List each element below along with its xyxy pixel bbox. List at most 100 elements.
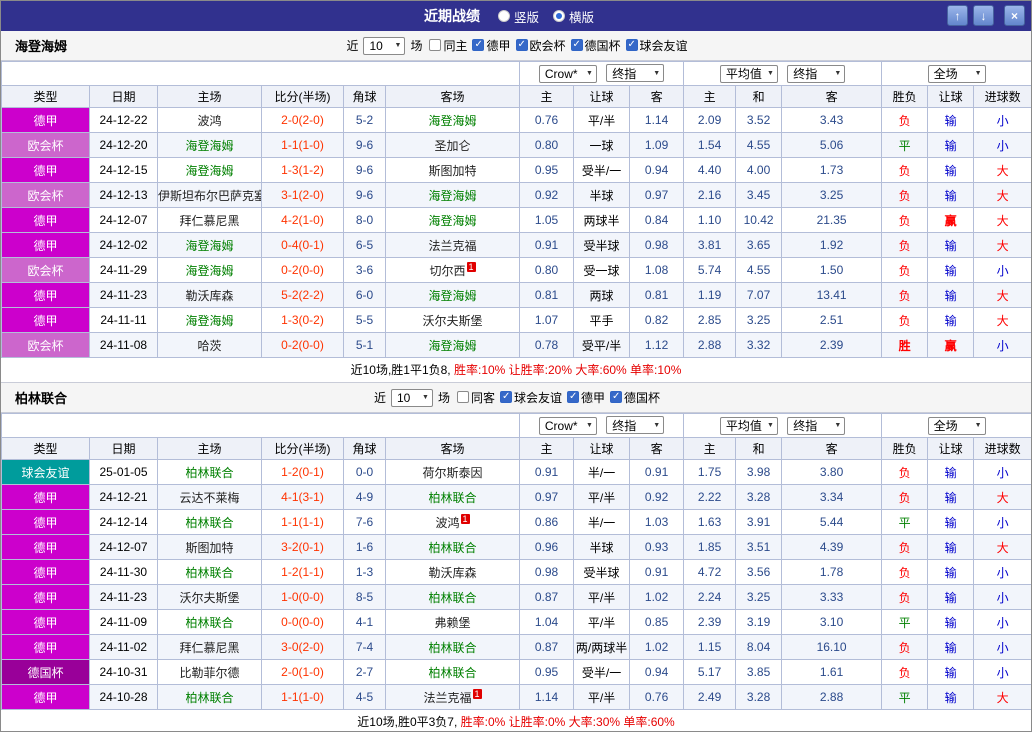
chevron-down-icon: ▼ bbox=[766, 70, 774, 77]
filter-checkbox[interactable]: 球会友谊 bbox=[500, 389, 562, 406]
away-team[interactable]: 法兰克福 1 bbox=[384, 684, 521, 710]
section-header: 柏林联合 近 10 ▼ 场 同客 球会友谊 德甲 德国杯 bbox=[1, 383, 1031, 413]
home-team[interactable]: 海登海姆 bbox=[157, 132, 262, 158]
column-header-row: 类型 日期 主场 比分(半场) 角球 客场 主 让球 客 主 和 客 胜负 让球… bbox=[1, 85, 1031, 108]
team-title: 柏林联合 bbox=[15, 391, 68, 406]
handicap-odds-group-header: Crow* ▼ 终指 ▼ bbox=[519, 413, 685, 438]
away-team[interactable]: 柏林联合 bbox=[384, 534, 521, 560]
recent-results-window: 近期战绩 竖版 横版 ↑ ↓ × 海登海姆 近 10 ▼ 场 同主德甲欧 bbox=[0, 0, 1032, 732]
home-team[interactable]: 柏林联合 bbox=[157, 559, 262, 585]
average-select[interactable]: 平均值 ▼ bbox=[719, 416, 778, 435]
avg-away-odds: 1.92 bbox=[781, 232, 883, 258]
bookmaker-select[interactable]: Crow* ▼ bbox=[538, 64, 597, 83]
handicap-line: 半球 bbox=[573, 534, 631, 560]
match-row: 德甲 24-11-23 沃尔夫斯堡 1-0(0-0) 8-5 柏林联合 0.87 平/半 1.0… bbox=[1, 584, 1031, 610]
match-row: 德甲 24-12-07 斯图加特 3-2(0-1) 1-6 柏林联合 0.96 半球 0.93 1… bbox=[1, 534, 1031, 560]
away-team[interactable]: 柏林联合 bbox=[384, 659, 521, 685]
avg-draw-odds: 8.04 bbox=[735, 634, 783, 660]
recent-count-select[interactable]: 10 ▼ bbox=[363, 36, 406, 55]
scope-select[interactable]: 全场 ▼ bbox=[927, 416, 986, 435]
home-team[interactable]: 斯图加特 bbox=[157, 534, 262, 560]
filter-checkbox[interactable]: 德国杯 bbox=[570, 37, 621, 54]
average-stage-select[interactable]: 终指 ▼ bbox=[787, 64, 846, 83]
view-mode-horizontal-radio[interactable]: 横版 bbox=[553, 7, 594, 26]
away-team[interactable]: 圣加仑 bbox=[384, 132, 521, 158]
home-team[interactable]: 勒沃库森 bbox=[157, 282, 262, 308]
home-team[interactable]: 拜仁慕尼黑 bbox=[157, 207, 262, 233]
away-team[interactable]: 柏林联合 bbox=[384, 484, 521, 510]
average-stage-select[interactable]: 终指 ▼ bbox=[787, 416, 846, 435]
handicap-stage-select[interactable]: 终指 ▼ bbox=[606, 64, 665, 83]
away-team[interactable]: 荷尔斯泰因 bbox=[384, 459, 521, 485]
result-goals: 大 bbox=[973, 684, 1031, 710]
away-team[interactable]: 海登海姆 bbox=[384, 107, 521, 133]
away-team[interactable]: 海登海姆 bbox=[384, 332, 521, 358]
away-team[interactable]: 柏林联合 bbox=[384, 584, 521, 610]
radio-label: 竖版 bbox=[513, 10, 539, 25]
filter-checkbox[interactable]: 球会友谊 bbox=[625, 37, 688, 54]
home-team[interactable]: 柏林联合 bbox=[157, 609, 262, 635]
home-team[interactable]: 云达不莱梅 bbox=[157, 484, 262, 510]
checkbox-icon bbox=[567, 391, 580, 404]
filter-checkbox[interactable]: 德甲 bbox=[472, 37, 511, 54]
result-goals: 小 bbox=[973, 609, 1031, 635]
away-team[interactable]: 沃尔夫斯堡 bbox=[384, 307, 521, 333]
handicap-stage-select[interactable]: 终指 ▼ bbox=[606, 416, 665, 435]
date-cell: 24-11-30 bbox=[89, 559, 158, 585]
chevron-down-icon: ▼ bbox=[585, 422, 593, 430]
scope-select[interactable]: 全场 ▼ bbox=[927, 64, 986, 83]
home-team[interactable]: 海登海姆 bbox=[157, 307, 262, 333]
recent-count-select[interactable]: 10 ▼ bbox=[390, 388, 433, 407]
match-row: 德甲 24-12-02 海登海姆 0-4(0-1) 6-5 法兰克福 0.91 受半球 0.98… bbox=[1, 232, 1031, 258]
away-team[interactable]: 切尔西 1 bbox=[384, 257, 521, 283]
away-team[interactable]: 海登海姆 bbox=[384, 282, 521, 308]
avg-away-odds: 3.25 bbox=[781, 182, 883, 208]
bookmaker-select[interactable]: Crow* ▼ bbox=[538, 416, 597, 435]
home-team[interactable]: 沃尔夫斯堡 bbox=[157, 584, 262, 610]
avg-away-odds: 13.41 bbox=[781, 282, 883, 308]
home-team[interactable]: 柏林联合 bbox=[157, 509, 262, 535]
filter-checkbox[interactable]: 德甲 bbox=[567, 389, 605, 406]
away-team[interactable]: 勒沃库森 bbox=[384, 559, 521, 585]
close-button[interactable]: × bbox=[1004, 5, 1025, 26]
away-team[interactable]: 柏林联合 bbox=[384, 634, 521, 660]
home-team[interactable]: 拜仁慕尼黑 bbox=[157, 634, 262, 660]
scroll-down-button[interactable]: ↓ bbox=[973, 5, 994, 26]
filter-checkbox[interactable]: 德国杯 bbox=[610, 389, 660, 406]
team-section-heidenheim: 海登海姆 近 10 ▼ 场 同主德甲欧会杯德国杯球会友谊 bbox=[1, 31, 1031, 383]
score-cell: 0-4(0-1) bbox=[261, 232, 344, 258]
league-badge: 德甲 bbox=[1, 559, 90, 585]
match-row: 德甲 24-12-15 海登海姆 1-3(1-2) 9-6 斯图加特 0.95 受半/一 0.9… bbox=[1, 157, 1031, 183]
team-name: 勒沃库森 bbox=[185, 288, 234, 303]
date-cell: 25-01-05 bbox=[89, 459, 158, 485]
handicap-line: 平/半 bbox=[573, 107, 631, 133]
handicap-away-odds: 0.94 bbox=[629, 659, 685, 685]
scroll-up-button[interactable]: ↑ bbox=[947, 5, 968, 26]
average-select[interactable]: 平均值 ▼ bbox=[719, 64, 778, 83]
result-goals: 大 bbox=[973, 182, 1031, 208]
filter-checkbox[interactable]: 同客 bbox=[456, 389, 495, 406]
away-team[interactable]: 海登海姆 bbox=[384, 182, 521, 208]
home-team[interactable]: 哈茨 bbox=[157, 332, 262, 358]
avg-home-odds: 4.72 bbox=[683, 559, 737, 585]
result-handicap: 输 bbox=[927, 232, 975, 258]
view-mode-vertical-radio[interactable]: 竖版 bbox=[497, 7, 539, 26]
home-team[interactable]: 海登海姆 bbox=[157, 257, 262, 283]
away-team[interactable]: 海登海姆 bbox=[384, 207, 521, 233]
filter-checkbox[interactable]: 欧会杯 bbox=[515, 37, 566, 54]
home-team[interactable]: 伊斯坦布尔巴萨克塞尔 bbox=[157, 182, 262, 208]
result-winloss: 负 bbox=[881, 232, 929, 258]
home-team[interactable]: 海登海姆 bbox=[157, 157, 262, 183]
away-team[interactable]: 法兰克福 bbox=[384, 232, 521, 258]
away-team[interactable]: 斯图加特 bbox=[384, 157, 521, 183]
corners-cell: 2-7 bbox=[343, 659, 386, 685]
filter-checkbox[interactable]: 同主 bbox=[429, 37, 467, 54]
home-team[interactable]: 柏林联合 bbox=[157, 684, 262, 710]
away-team[interactable]: 弗赖堡 bbox=[384, 609, 521, 635]
home-team[interactable]: 海登海姆 bbox=[157, 232, 262, 258]
away-team[interactable]: 波鸿 1 bbox=[384, 509, 521, 535]
home-team[interactable]: 比勒菲尔德 bbox=[157, 659, 262, 685]
col-header-home: 主场 bbox=[157, 437, 262, 460]
home-team[interactable]: 波鸿 bbox=[157, 107, 262, 133]
home-team[interactable]: 柏林联合 bbox=[157, 459, 262, 485]
